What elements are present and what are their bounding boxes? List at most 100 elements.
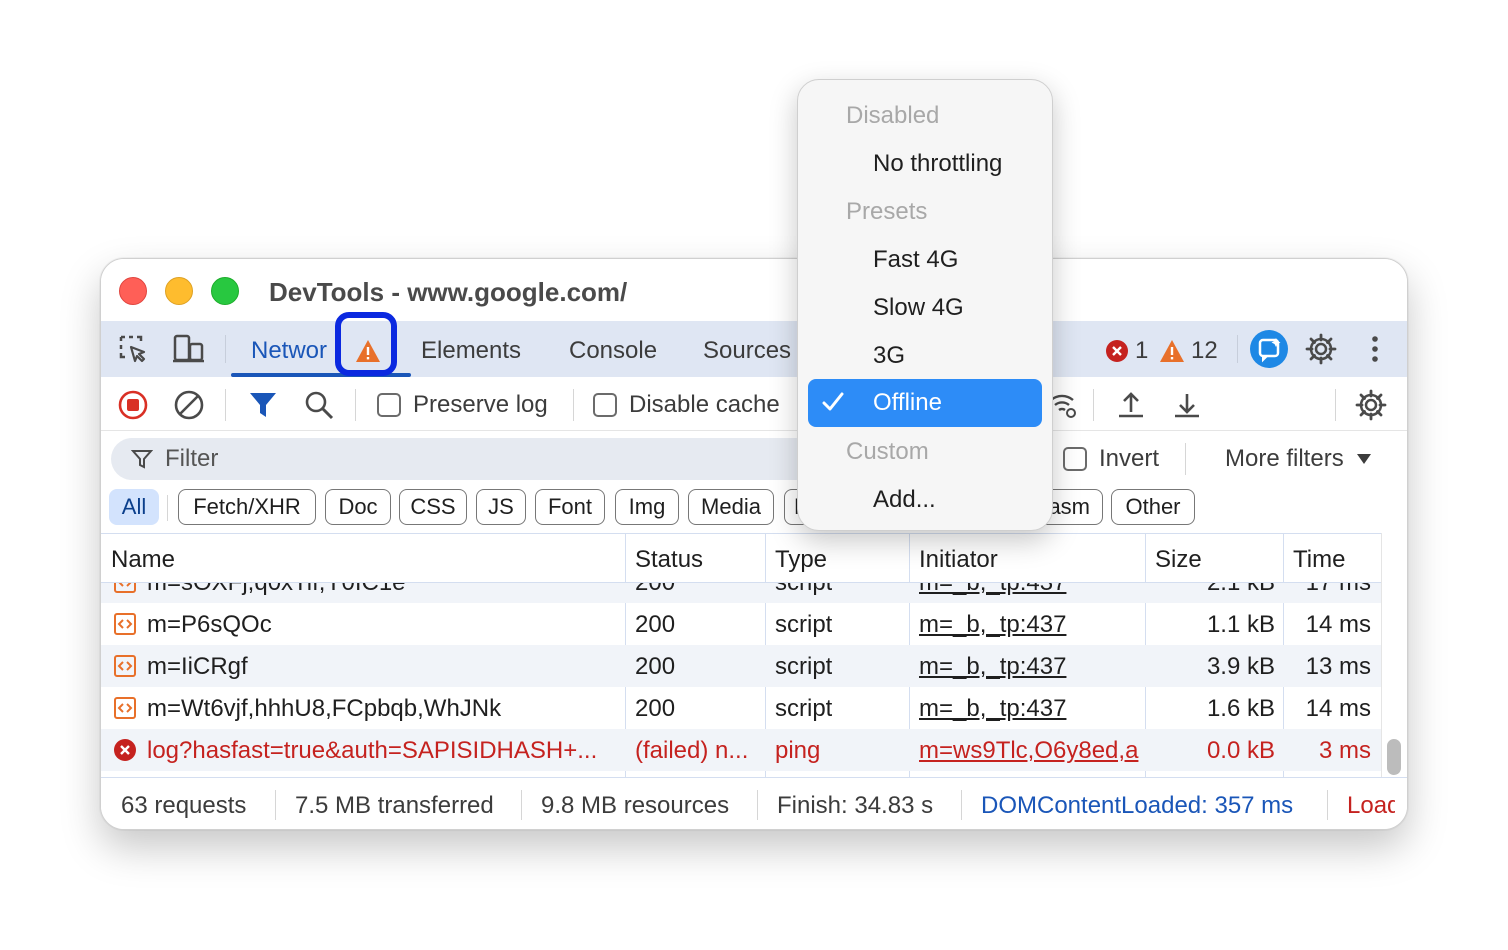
transferred-size: 7.5 MB transferred xyxy=(295,792,494,819)
panel-tab-bar: Networ Elements Console Sources 1 12 xyxy=(101,321,1407,377)
table-row[interactable]: m=sOXFj,q0xTif,Y0IC1e 200 script m=_b,_t… xyxy=(101,583,1381,603)
request-status: 200 xyxy=(635,653,676,680)
menu-item-offline[interactable]: Offline xyxy=(808,379,1042,427)
filter-funnel-icon xyxy=(131,450,153,469)
request-name: log?hasfast=true&auth=SAPISIDHASH+... xyxy=(147,737,598,764)
tab-elements[interactable]: Elements xyxy=(421,337,521,365)
disable-cache-checkbox[interactable]: Disable cache xyxy=(593,391,780,419)
filter-input[interactable]: Filter xyxy=(111,438,831,480)
chip-all[interactable]: All xyxy=(109,489,159,525)
chip-js[interactable]: JS xyxy=(476,489,526,525)
devtools-window: DevTools - www.google.com/ Networ Elemen… xyxy=(100,258,1408,830)
request-time: 17 ms xyxy=(1291,583,1371,597)
request-type: script xyxy=(775,611,833,638)
minimize-window-button[interactable] xyxy=(165,277,193,305)
export-har-icon[interactable] xyxy=(1169,387,1205,423)
table-row-failed[interactable]: log?hasfast=true&auth=SAPISIDHASH+... (f… xyxy=(101,729,1381,771)
inspect-element-icon[interactable] xyxy=(115,331,151,367)
status-bar: 63 requests 7.5 MB transferred 9.8 MB re… xyxy=(101,777,1407,829)
menu-item-no-throttling[interactable]: No throttling xyxy=(873,150,1002,178)
preserve-log-checkbox[interactable]: Preserve log xyxy=(377,391,548,419)
tab-network[interactable]: Networ xyxy=(251,337,327,365)
ai-assistance-icon[interactable] xyxy=(1249,329,1289,369)
close-window-button[interactable] xyxy=(119,277,147,305)
request-initiator-link[interactable]: m=_b,_tp:437 xyxy=(919,583,1141,597)
request-initiator-link[interactable]: m=ws9Tlc,O6y8ed,a xyxy=(919,737,1145,765)
script-file-icon xyxy=(114,613,136,635)
request-size: 1.6 kB xyxy=(1206,695,1275,722)
import-har-icon[interactable] xyxy=(1113,387,1149,423)
disable-cache-label: Disable cache xyxy=(629,391,780,418)
search-icon[interactable] xyxy=(301,387,337,423)
warning-icon xyxy=(1160,340,1184,362)
menu-item-3g[interactable]: 3G xyxy=(873,342,905,370)
network-settings-gear-icon[interactable] xyxy=(1353,387,1389,423)
request-name: m=sOXFj,q0xTif,Y0IC1e xyxy=(147,583,617,597)
more-filters-label: More filters xyxy=(1225,445,1344,472)
table-row[interactable]: m=IiCRgf 200 script m=_b,_tp:437 3.9 kB … xyxy=(101,645,1381,687)
request-status: 200 xyxy=(635,695,676,722)
request-initiator-link[interactable]: m=_b,_tp:437 xyxy=(919,611,1141,639)
device-toolbar-icon[interactable] xyxy=(171,331,207,367)
request-initiator-link[interactable]: m=_b,_tp:437 xyxy=(919,653,1141,681)
title-bar: DevTools - www.google.com/ xyxy=(101,259,1407,321)
resources-size: 9.8 MB resources xyxy=(541,792,730,819)
request-type: script xyxy=(775,583,832,597)
window-title: DevTools - www.google.com/ xyxy=(269,277,628,307)
filter-row: Filter Invert More filters xyxy=(101,431,1407,487)
col-initiator[interactable]: Initiator xyxy=(919,546,998,574)
filter-placeholder: Filter xyxy=(165,445,219,472)
clear-icon[interactable] xyxy=(171,387,207,423)
col-status[interactable]: Status xyxy=(635,546,703,574)
menu-item-slow-4g[interactable]: Slow 4G xyxy=(873,294,964,322)
dom-content-loaded: DOMContentLoaded: 357 ms xyxy=(981,792,1294,819)
script-file-icon xyxy=(114,583,136,593)
tab-console[interactable]: Console xyxy=(569,337,657,365)
request-name: m=P6sQOc xyxy=(147,611,272,638)
request-initiator-link[interactable]: m=_b,_tp:437 xyxy=(919,695,1141,723)
checkmark-icon xyxy=(822,392,844,411)
request-time: 3 ms xyxy=(1318,737,1371,764)
error-icon xyxy=(114,739,136,761)
resource-type-filters: All Fetch/XHR Doc CSS JS Font Img Media … xyxy=(101,487,1407,533)
col-name[interactable]: Name xyxy=(111,546,175,574)
chip-font[interactable]: Font xyxy=(535,489,605,525)
table-header: Name Status Type Initiator Size Time xyxy=(101,533,1381,583)
col-size[interactable]: Size xyxy=(1155,546,1202,574)
request-time: 13 ms xyxy=(1305,653,1371,680)
warning-counter[interactable]: 12 xyxy=(1159,337,1218,365)
script-file-icon xyxy=(114,697,136,719)
menu-item-fast-4g[interactable]: Fast 4G xyxy=(873,246,958,274)
request-status: 200 xyxy=(635,583,675,597)
load-time: Load xyxy=(1347,792,1395,819)
request-size: 0.0 kB xyxy=(1206,737,1275,764)
network-toolbar: Preserve log Disable cache xyxy=(101,377,1407,431)
chip-img[interactable]: Img xyxy=(615,489,679,525)
settings-gear-icon[interactable] xyxy=(1303,331,1339,367)
scrollbar-thumb[interactable] xyxy=(1387,739,1401,775)
col-time[interactable]: Time xyxy=(1293,546,1345,574)
request-time: 14 ms xyxy=(1305,611,1371,638)
tab-sources[interactable]: Sources xyxy=(703,337,791,365)
more-options-icon[interactable] xyxy=(1357,331,1393,367)
table-row[interactable]: m=P6sQOc 200 script m=_b,_tp:437 1.1 kB … xyxy=(101,603,1381,645)
col-type[interactable]: Type xyxy=(775,546,827,574)
menu-item-add[interactable]: Add... xyxy=(873,486,936,514)
zoom-window-button[interactable] xyxy=(211,277,239,305)
request-count: 63 requests xyxy=(121,792,247,819)
request-name: m=Wt6vjf,hhhU8,FCpbqb,WhJNk xyxy=(147,695,502,722)
chip-media[interactable]: Media xyxy=(688,489,774,525)
error-icon xyxy=(1106,340,1128,362)
error-counter[interactable]: 1 xyxy=(1105,337,1148,365)
filter-toggle-icon[interactable] xyxy=(245,387,281,423)
chip-doc[interactable]: Doc xyxy=(325,489,391,525)
more-filters-dropdown[interactable]: More filters xyxy=(1225,445,1372,473)
chip-css[interactable]: CSS xyxy=(399,489,467,525)
request-size: 2.1 kB xyxy=(1155,583,1275,597)
request-type: script xyxy=(775,653,833,680)
table-row[interactable]: m=Wt6vjf,hhhU8,FCpbqb,WhJNk 200 script m… xyxy=(101,687,1381,729)
chip-other[interactable]: Other xyxy=(1111,489,1195,525)
stop-recording-icon[interactable] xyxy=(115,387,151,423)
invert-checkbox[interactable]: Invert xyxy=(1063,445,1159,473)
chip-fetch-xhr[interactable]: Fetch/XHR xyxy=(178,489,316,525)
